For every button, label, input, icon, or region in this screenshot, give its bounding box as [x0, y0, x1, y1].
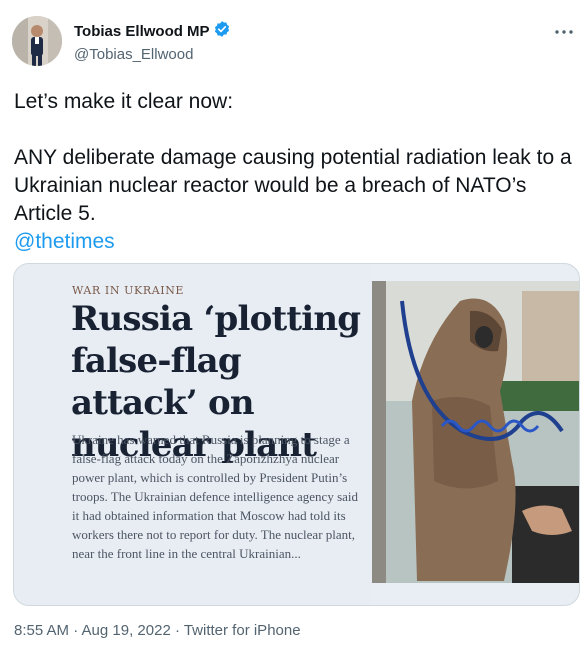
tweet-line-2: ANY deliberate damage causing potential … [14, 146, 572, 225]
article-body: Ukraine has warned that Russia is planni… [72, 432, 359, 561]
author-handle[interactable]: @Tobias_Ellwood [74, 46, 231, 63]
author-name-row[interactable]: Tobias Ellwood MP [74, 20, 231, 43]
attached-image[interactable]: WAR IN UKRAINE Russia ‘plotting false-fl… [13, 263, 580, 606]
tweet-line-1: Let’s make it clear now: [14, 90, 234, 113]
tweet-text: Let’s make it clear now: ANY deliberate … [14, 88, 574, 256]
avatar[interactable] [12, 16, 62, 66]
more-options-icon[interactable] [554, 24, 574, 34]
article-kicker: WAR IN UKRAINE [72, 284, 185, 297]
mention-link[interactable]: @thetimes [14, 230, 115, 253]
news-clipping: WAR IN UKRAINE Russia ‘plotting false-fl… [14, 264, 372, 605]
author-name[interactable]: Tobias Ellwood MP [74, 23, 210, 40]
verified-badge-icon [213, 20, 231, 43]
tweet-header: Tobias Ellwood MP @Tobias_Ellwood [12, 14, 578, 68]
article-photo [372, 281, 579, 583]
author-info: Tobias Ellwood MP @Tobias_Ellwood [74, 20, 231, 63]
tweet-timestamp[interactable]: 8:55 AM · Aug 19, 2022 · Twitter for iPh… [14, 622, 301, 639]
